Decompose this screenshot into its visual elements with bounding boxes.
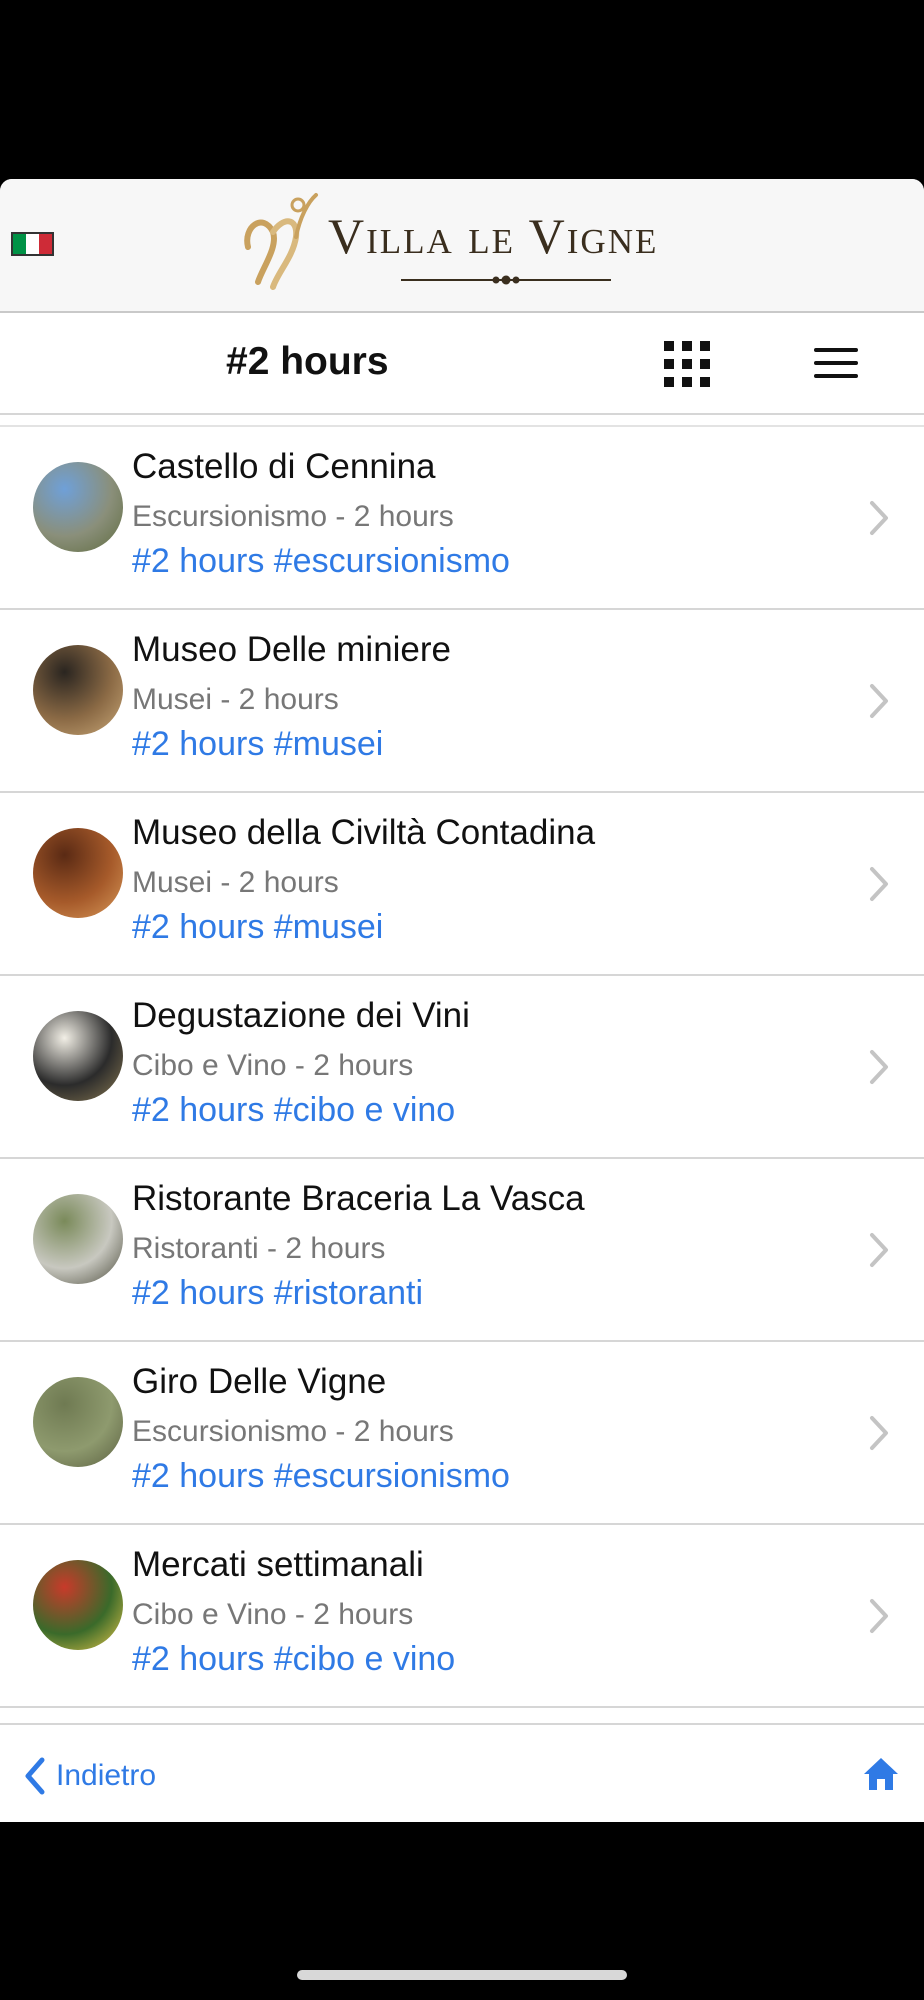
page-title: #2 hours (226, 340, 389, 383)
chevron-right-icon (870, 501, 888, 535)
chevron-left-icon (25, 1757, 45, 1795)
item-tags[interactable]: #2 hours #ristoranti (132, 1274, 423, 1313)
app-screen: Villa le Vigne #2 hours Castello di Cenn… (0, 179, 924, 1822)
italian-flag-icon[interactable] (11, 232, 54, 256)
item-thumbnail (33, 1011, 123, 1101)
list-item[interactable]: Degustazione dei Vini Cibo e Vino - 2 ho… (0, 976, 924, 1159)
item-subtitle: Escursionismo - 2 hours (132, 1415, 454, 1448)
grid-icon[interactable] (664, 341, 710, 387)
brand-header: Villa le Vigne (0, 179, 924, 313)
chevron-right-icon (870, 684, 888, 718)
brand-name: Villa le Vigne (328, 208, 659, 264)
item-subtitle: Musei - 2 hours (132, 866, 339, 899)
item-title: Degustazione dei Vini (132, 996, 470, 1035)
item-tags[interactable]: #2 hours #escursionismo (132, 1457, 510, 1496)
list-item[interactable]: Castello di Cennina Escursionismo - 2 ho… (0, 427, 924, 610)
back-label: Indietro (56, 1759, 157, 1792)
list-item[interactable]: Ristorante Braceria La Vasca Ristoranti … (0, 1159, 924, 1342)
item-subtitle: Cibo e Vino - 2 hours (132, 1049, 414, 1082)
nav-bar: #2 hours (0, 313, 924, 415)
item-subtitle: Cibo e Vino - 2 hours (132, 1598, 414, 1631)
item-title: Mercati settimanali (132, 1545, 424, 1584)
item-subtitle: Musei - 2 hours (132, 683, 339, 716)
item-thumbnail (33, 1377, 123, 1467)
villa-le-vigne-logo: Villa le Vigne (238, 187, 688, 303)
item-thumbnail (33, 462, 123, 552)
activity-list: Castello di Cennina Escursionismo - 2 ho… (0, 427, 924, 1708)
item-title: Ristorante Braceria La Vasca (132, 1179, 585, 1218)
item-tags[interactable]: #2 hours #escursionismo (132, 542, 510, 581)
list-item[interactable]: Mercati settimanali Cibo e Vino - 2 hour… (0, 1525, 924, 1708)
hamburger-menu-icon[interactable] (814, 344, 860, 384)
logo-flourish (401, 275, 611, 285)
home-icon[interactable] (862, 1755, 900, 1793)
item-tags[interactable]: #2 hours #musei (132, 908, 383, 947)
item-title: Castello di Cennina (132, 447, 436, 486)
list-item[interactable]: Museo Delle miniere Musei - 2 hours #2 h… (0, 610, 924, 793)
chevron-right-icon (870, 1599, 888, 1633)
chevron-right-icon (870, 867, 888, 901)
chevron-right-icon (870, 1233, 888, 1267)
back-button[interactable]: Indietro (24, 1753, 156, 1799)
home-indicator[interactable] (297, 1970, 627, 1980)
item-thumbnail (33, 645, 123, 735)
chevron-right-icon (870, 1416, 888, 1450)
item-thumbnail (33, 828, 123, 918)
chevron-right-icon (870, 1050, 888, 1084)
item-title: Museo Delle miniere (132, 630, 452, 669)
item-title: Museo della Civiltà Contadina (132, 813, 596, 852)
item-subtitle: Ristoranti - 2 hours (132, 1232, 386, 1265)
list-item[interactable]: Museo della Civiltà Contadina Musei - 2 … (0, 793, 924, 976)
item-thumbnail (33, 1194, 123, 1284)
item-tags[interactable]: #2 hours #musei (132, 725, 383, 764)
vine-leaf-logo-icon (244, 193, 318, 290)
list-item[interactable]: Giro Delle Vigne Escursionismo - 2 hours… (0, 1342, 924, 1525)
bottom-toolbar: Indietro (0, 1723, 924, 1822)
item-thumbnail (33, 1560, 123, 1650)
item-subtitle: Escursionismo - 2 hours (132, 500, 454, 533)
item-tags[interactable]: #2 hours #cibo e vino (132, 1091, 455, 1130)
item-title: Giro Delle Vigne (132, 1362, 387, 1401)
item-tags[interactable]: #2 hours #cibo e vino (132, 1640, 455, 1679)
